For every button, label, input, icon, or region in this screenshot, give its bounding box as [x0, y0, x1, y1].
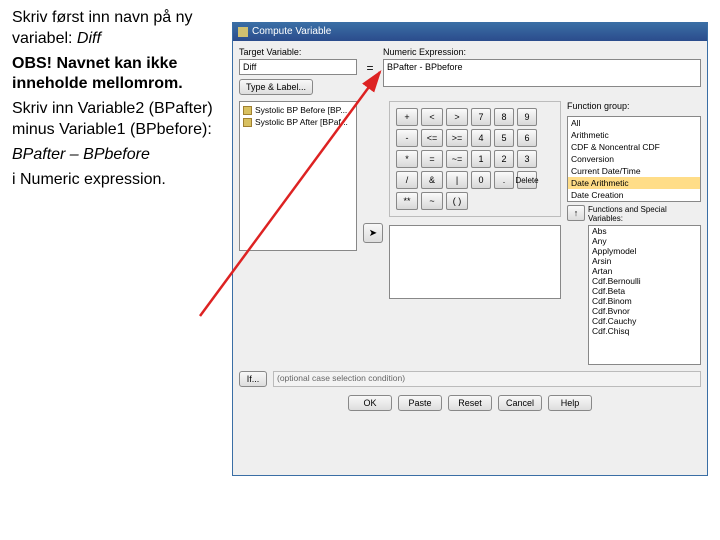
reset-button[interactable]: Reset	[448, 395, 492, 411]
function-group-label: Function group:	[567, 101, 701, 111]
num-dot-button[interactable]: .	[494, 171, 514, 189]
move-right-button[interactable]: ➤	[363, 223, 383, 243]
keypad-panel: + < > - <= >= * = ~= / & | ** ~	[389, 101, 561, 217]
num-2-button[interactable]: 2	[494, 150, 514, 168]
instruction-text: Skriv først inn navn på ny variabel: Dif…	[12, 8, 226, 194]
if-button[interactable]: If...	[239, 371, 267, 387]
numeric-expression-label: Numeric Expression:	[383, 47, 701, 57]
list-item-label: Systolic BP After [BPaf...	[255, 117, 348, 127]
paste-button[interactable]: Paste	[398, 395, 442, 411]
operator-keypad: + < > - <= >= * = ~= / & | ** ~	[396, 108, 468, 210]
dialog-titlebar[interactable]: Compute Variable	[233, 23, 707, 41]
instr-line4: BPafter – BPbefore	[12, 145, 226, 166]
op-or-button[interactable]: |	[446, 171, 468, 189]
function-group-list[interactable]: All Arithmetic CDF & Noncentral CDF Conv…	[567, 116, 701, 202]
target-variable-label: Target Variable:	[239, 47, 357, 57]
list-item[interactable]: Cdf.Bvnor	[589, 306, 700, 316]
dialog-title: Compute Variable	[252, 23, 331, 41]
cancel-button[interactable]: Cancel	[498, 395, 542, 411]
functions-label: Functions and Special Variables:	[588, 205, 701, 223]
list-item[interactable]: Abs	[589, 226, 700, 236]
compute-variable-dialog: Compute Variable Target Variable: Type &…	[232, 22, 708, 476]
num-4-button[interactable]: 4	[471, 129, 491, 147]
list-item[interactable]: Artan	[589, 266, 700, 276]
type-label-button[interactable]: Type & Label...	[239, 79, 313, 95]
variable-list[interactable]: Systolic BP Before [BP... Systolic BP Af…	[239, 101, 357, 251]
numeric-expression-input[interactable]: BPafter - BPbefore	[383, 59, 701, 87]
list-item-label: Systolic BP Before [BP...	[255, 105, 347, 115]
op-le-button[interactable]: <=	[421, 129, 443, 147]
list-item[interactable]: Date Arithmetic	[568, 177, 700, 189]
dialog-icon	[238, 27, 248, 37]
num-3-button[interactable]: 3	[517, 150, 537, 168]
op-and-button[interactable]: &	[421, 171, 443, 189]
num-6-button[interactable]: 6	[517, 129, 537, 147]
function-description-box	[389, 225, 561, 299]
op-paren-button[interactable]: ( )	[446, 192, 468, 210]
list-item[interactable]: Any	[589, 236, 700, 246]
equals-label: =	[363, 47, 377, 95]
op-minus-button[interactable]: -	[396, 129, 418, 147]
help-button[interactable]: Help	[548, 395, 592, 411]
instr-line3: Skriv inn Variable2 (BPafter) minus Vari…	[12, 99, 226, 141]
list-item[interactable]: Cdf.Bernoulli	[589, 276, 700, 286]
op-div-button[interactable]: /	[396, 171, 418, 189]
ok-button[interactable]: OK	[348, 395, 392, 411]
num-8-button[interactable]: 8	[494, 108, 514, 126]
op-not-button[interactable]: ~	[421, 192, 443, 210]
op-mul-button[interactable]: *	[396, 150, 418, 168]
num-1-button[interactable]: 1	[471, 150, 491, 168]
instr-line1b: Diff	[77, 30, 101, 47]
instr-line2: OBS! Navnet kan ikke inneholde mellomrom…	[12, 54, 226, 96]
list-item[interactable]: Cdf.Beta	[589, 286, 700, 296]
scale-icon	[243, 106, 252, 115]
scale-icon	[243, 118, 252, 127]
num-0-button[interactable]: 0	[471, 171, 491, 189]
op-ge-button[interactable]: >=	[446, 129, 468, 147]
list-item[interactable]: Cdf.Cauchy	[589, 316, 700, 326]
op-ne-button[interactable]: ~=	[446, 150, 468, 168]
insert-function-button[interactable]: ↑	[567, 205, 585, 221]
list-item[interactable]: Conversion	[568, 153, 700, 165]
op-plus-button[interactable]: +	[396, 108, 418, 126]
list-item[interactable]: Cdf.Binom	[589, 296, 700, 306]
if-condition-text: (optional case selection condition)	[273, 371, 701, 387]
op-eq-button[interactable]: =	[421, 150, 443, 168]
list-item[interactable]: Cdf.Chisq	[589, 326, 700, 336]
instr-line1a: Skriv først inn navn på ny variabel:	[12, 9, 193, 47]
op-gt-button[interactable]: >	[446, 108, 468, 126]
list-item[interactable]: Current Date/Time	[568, 165, 700, 177]
list-item[interactable]: Systolic BP After [BPaf...	[242, 116, 354, 128]
number-keypad: 7 8 9 4 5 6 1 2 3 0 . Delete	[471, 108, 537, 210]
target-variable-input[interactable]	[239, 59, 357, 75]
list-item[interactable]: CDF & Noncentral CDF	[568, 141, 700, 153]
op-pow-button[interactable]: **	[396, 192, 418, 210]
num-9-button[interactable]: 9	[517, 108, 537, 126]
instr-line5: i Numeric expression.	[12, 170, 226, 191]
list-item[interactable]: Arsin	[589, 256, 700, 266]
list-item[interactable]: All	[568, 117, 700, 129]
list-item[interactable]: Systolic BP Before [BP...	[242, 104, 354, 116]
num-5-button[interactable]: 5	[494, 129, 514, 147]
op-lt-button[interactable]: <	[421, 108, 443, 126]
list-item[interactable]: Arithmetic	[568, 129, 700, 141]
delete-button[interactable]: Delete	[517, 171, 537, 189]
list-item[interactable]: Date Creation	[568, 189, 700, 201]
num-7-button[interactable]: 7	[471, 108, 491, 126]
functions-list[interactable]: Abs Any Applymodel Arsin Artan Cdf.Berno…	[588, 225, 701, 365]
list-item[interactable]: Applymodel	[589, 246, 700, 256]
